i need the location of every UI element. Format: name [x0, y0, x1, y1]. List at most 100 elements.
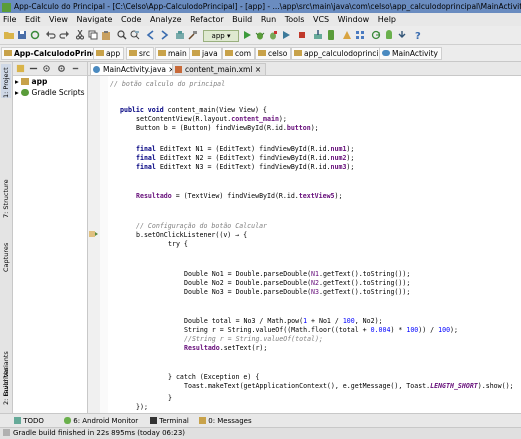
tool-windows-toggle-icon[interactable]	[3, 429, 10, 436]
make-project-icon[interactable]	[175, 30, 185, 40]
xml-file-icon	[175, 66, 182, 73]
expand-arrow-icon[interactable]: ▸	[15, 88, 19, 97]
breadcrumb-app[interactable]: app	[93, 47, 125, 60]
tab-content-main-xml[interactable]: content_main.xml ×	[172, 63, 267, 76]
expand-arrow-icon[interactable]: ▸	[15, 77, 19, 86]
terminal-tool-tab[interactable]: Terminal	[150, 416, 189, 426]
stop-icon[interactable]	[297, 30, 307, 40]
close-icon[interactable]: ×	[255, 65, 261, 74]
folder-icon	[4, 50, 12, 56]
folder-icon	[192, 50, 200, 56]
messages-tool-tab[interactable]: 0: Messages	[199, 416, 252, 426]
code-line: Double No2 = Double.parseDouble(N2.getTe…	[184, 279, 411, 287]
build-hammer-icon[interactable]	[188, 30, 198, 40]
run-configuration-dropdown[interactable]: app ▾	[203, 30, 239, 42]
sdk-manager-icon[interactable]	[313, 30, 323, 40]
replace-icon[interactable]	[130, 30, 140, 40]
menu-build[interactable]: Build	[232, 15, 252, 24]
menu-window[interactable]: Window	[338, 15, 370, 24]
tab-label: content_main.xml	[185, 65, 253, 74]
tree-item-label: Gradle Scripts	[31, 88, 85, 97]
scroll-from-source-icon[interactable]	[42, 64, 51, 73]
breadcrumb-src[interactable]: src	[126, 47, 154, 60]
menu-tools[interactable]: Tools	[285, 15, 305, 24]
project-tool-tab[interactable]: 1: Project	[1, 64, 11, 98]
android-device-monitor-icon[interactable]	[342, 30, 352, 40]
code-editor[interactable]: // botão calculo do principal public voi…	[108, 76, 521, 413]
status-message: Gradle build finished in 22s 895ms (toda…	[13, 429, 185, 437]
hide-panel-icon[interactable]	[71, 64, 80, 73]
sync-gradle-icon[interactable]	[371, 30, 381, 40]
code-line: Double total = No3 / Math.pow(1 + No1 / …	[184, 317, 383, 325]
editor-tab-bar: MainActivity.java × content_main.xml ×	[88, 62, 521, 76]
class-icon	[382, 50, 390, 56]
copy-icon[interactable]	[88, 30, 98, 40]
menu-analyze[interactable]: Analyze	[150, 15, 182, 24]
breadcrumb-class[interactable]: MainActivity	[379, 47, 442, 60]
sync-icon[interactable]	[30, 30, 40, 40]
menu-view[interactable]: View	[49, 15, 68, 24]
undo-icon[interactable]	[46, 30, 56, 40]
run-icon[interactable]	[242, 30, 252, 40]
menu-navigate[interactable]: Navigate	[77, 15, 113, 24]
captures-tool-tab[interactable]: Captures	[1, 238, 11, 272]
back-icon[interactable]	[146, 30, 156, 40]
breadcrumb-label: java	[202, 49, 218, 58]
breadcrumb-celso[interactable]: celso	[255, 47, 292, 60]
menu-refactor[interactable]: Refactor	[190, 15, 224, 24]
save-icon[interactable]	[17, 30, 27, 40]
menu-edit[interactable]: Edit	[25, 15, 41, 24]
open-folder-icon[interactable]	[4, 30, 14, 40]
breadcrumb-main[interactable]: main	[155, 47, 191, 60]
code-line: } catch (Exception e) {	[168, 373, 260, 381]
messages-icon	[199, 417, 206, 424]
code-line: // Configuração do botão Calcular	[136, 222, 268, 230]
run-config-label: app	[211, 32, 225, 40]
project-structure-icon[interactable]	[355, 30, 365, 40]
avd-manager-icon[interactable]	[326, 30, 336, 40]
tab-label: Terminal	[159, 417, 189, 425]
breadcrumb-java[interactable]: java	[189, 47, 222, 60]
tree-item-app[interactable]: ▸ app	[15, 76, 47, 87]
breadcrumb-com[interactable]: com	[222, 47, 256, 60]
code-line: String r = String.valueOf((Math.floor((t…	[184, 326, 458, 334]
coverage-icon[interactable]	[281, 30, 291, 40]
collapse-all-icon[interactable]	[29, 64, 38, 73]
redo-icon[interactable]	[59, 30, 69, 40]
paste-icon[interactable]	[101, 30, 111, 40]
android-icon[interactable]	[384, 30, 394, 40]
menu-code[interactable]: Code	[121, 15, 141, 24]
forward-icon[interactable]	[159, 30, 169, 40]
android-icon	[64, 417, 71, 424]
tab-label: 0: Messages	[208, 417, 252, 425]
debug-icon[interactable]	[255, 30, 265, 40]
code-line: Double No3 = Double.parseDouble(N3.getTe…	[184, 288, 411, 296]
todo-tool-tab[interactable]: TODO	[14, 416, 44, 426]
sdk-download-icon[interactable]	[397, 30, 407, 40]
code-line: Resultado = (TextView) findViewById(R.id…	[136, 192, 343, 200]
code-line: Toast.makeText(getApplicationContext(), …	[184, 382, 514, 390]
menu-run[interactable]: Run	[261, 15, 276, 24]
menu-help[interactable]: Help	[378, 15, 396, 24]
java-class-icon	[93, 66, 100, 73]
favorites-tool-tab[interactable]: 2: Favorites	[1, 355, 11, 405]
android-monitor-tool-tab[interactable]: 6: Android Monitor	[64, 416, 138, 426]
breadcrumb-label: com	[235, 49, 252, 58]
cut-icon[interactable]	[75, 30, 85, 40]
tab-mainactivity-java[interactable]: MainActivity.java ×	[90, 63, 180, 76]
lambda-marker-icon[interactable]	[89, 230, 99, 238]
svg-text:?: ?	[415, 31, 421, 40]
gear-icon[interactable]	[57, 64, 66, 73]
attach-debugger-icon[interactable]	[268, 30, 278, 40]
help-icon[interactable]: ?	[413, 30, 423, 40]
find-icon[interactable]	[117, 30, 127, 40]
menu-file[interactable]: File	[3, 15, 16, 24]
menu-vcs[interactable]: VCS	[313, 15, 329, 24]
panel-view-icon[interactable]	[16, 64, 25, 73]
tree-item-gradle-scripts[interactable]: ▸ Gradle Scripts	[15, 87, 85, 98]
structure-tool-tab[interactable]: 7: Structure	[1, 174, 11, 218]
breadcrumb-label: src	[139, 49, 150, 58]
navigation-bar: App-CalculodoPrincipal app src main java…	[0, 45, 521, 62]
fold-column[interactable]	[100, 76, 108, 413]
tab-label: 6: Android Monitor	[73, 417, 139, 425]
